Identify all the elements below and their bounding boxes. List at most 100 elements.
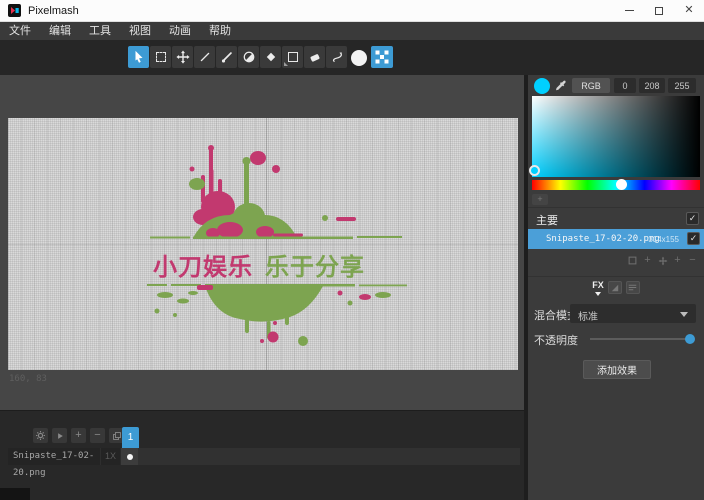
menu-help[interactable]: 帮助: [200, 22, 240, 40]
blend-mode-value: 标准: [578, 308, 598, 323]
duplicate-layer-icon: [628, 256, 637, 265]
shading-tool-button[interactable]: [238, 46, 259, 68]
hue-slider[interactable]: [532, 180, 700, 190]
move-icon: [176, 50, 190, 64]
gear-icon: [35, 430, 46, 441]
pixel-canvas[interactable]: 小刀娱乐 乐于分享: [8, 118, 518, 370]
chevron-down-icon: [680, 312, 688, 317]
rectangle-icon: [288, 52, 298, 62]
opacity-slider-handle[interactable]: [685, 334, 695, 344]
cursor-coordinates: 160, 83: [9, 374, 47, 384]
current-color-swatch[interactable]: [534, 78, 550, 94]
fx-label: FX: [592, 281, 604, 290]
merge-move-icon: [658, 256, 668, 266]
shading-icon: [242, 50, 256, 64]
duplicate-icon: [112, 431, 122, 441]
section-divider: [528, 276, 704, 277]
checker-pattern-icon: [374, 49, 390, 65]
group-visibility-checkbox[interactable]: ✓: [686, 212, 699, 225]
plus-icon: +: [75, 430, 81, 441]
brush-tool-button[interactable]: [216, 46, 237, 68]
eraser-tool-button[interactable]: [304, 46, 325, 68]
minus-icon: −: [94, 430, 100, 441]
brush-shape-button[interactable]: [351, 50, 367, 66]
lines-icon: [628, 284, 637, 291]
close-icon: ✕: [684, 5, 693, 16]
thumbnail-icon: [611, 284, 619, 292]
color-mode-select[interactable]: RGB: [572, 78, 610, 93]
dither-pattern-button[interactable]: [371, 46, 393, 68]
layer-group-row[interactable]: 主要 ✓: [528, 210, 704, 228]
duplicate-layer-button[interactable]: [626, 254, 639, 267]
blue-value-field[interactable]: 255: [668, 78, 696, 93]
add-group-button[interactable]: +: [671, 254, 684, 267]
menu-tools[interactable]: 工具: [80, 22, 120, 40]
frame-1-tab[interactable]: 1: [122, 427, 139, 448]
opacity-slider[interactable]: [590, 338, 690, 340]
track-speed: 1X: [100, 448, 120, 465]
artwork-text-green: 乐于分享: [265, 253, 365, 281]
pencil-icon: [198, 50, 212, 64]
add-frame-button[interactable]: +: [71, 428, 86, 443]
track-layer-name: Snipaste_17-02-20.png: [8, 448, 100, 465]
layer-group-name: 主要: [536, 212, 558, 228]
timeline-track-row[interactable]: Snipaste_17-02-20.png 1X: [8, 448, 520, 465]
workspace: 小刀娱乐 乐于分享: [0, 75, 524, 410]
play-icon: [55, 431, 65, 441]
fill-tool-button[interactable]: [260, 46, 281, 68]
section-divider: [528, 207, 704, 208]
lasso-tool-button[interactable]: [326, 46, 347, 68]
add-effect-button[interactable]: 添加效果: [583, 360, 651, 379]
menu-file[interactable]: 文件: [0, 22, 40, 40]
maximize-button[interactable]: [644, 0, 674, 21]
window-controls: ✕: [614, 0, 704, 21]
remove-frame-button[interactable]: −: [90, 428, 105, 443]
round-brush-icon: [351, 50, 367, 66]
minimize-icon: [625, 10, 634, 11]
sv-picker-handle[interactable]: [529, 165, 540, 176]
merge-layer-button[interactable]: [656, 254, 669, 267]
saturation-brightness-picker[interactable]: [532, 96, 700, 177]
layer-thumbnail-toggle-button[interactable]: [608, 281, 622, 294]
fx-button[interactable]: FX: [592, 281, 604, 301]
marquee-tool-button[interactable]: [150, 46, 171, 68]
pointer-icon: [132, 50, 146, 64]
shape-tool-button[interactable]: [282, 46, 303, 68]
toolbar: 314 x 155: [0, 40, 704, 75]
timeline-settings-button[interactable]: [33, 428, 48, 443]
app-logo-icon: [8, 4, 21, 17]
opacity-label: 不透明度: [534, 332, 578, 348]
minus-icon: −: [689, 255, 695, 266]
keyframe-cell[interactable]: [120, 448, 138, 465]
close-button[interactable]: ✕: [674, 0, 704, 21]
window-title: Pixelmash: [28, 5, 79, 17]
menubar: 文件 编辑 工具 视图 动画 帮助: [0, 22, 704, 40]
minimize-button[interactable]: [614, 0, 644, 21]
brush-icon: [220, 50, 234, 64]
add-layer-button[interactable]: +: [641, 254, 654, 267]
red-value-field[interactable]: 0: [614, 78, 636, 93]
eyedropper-icon[interactable]: [554, 79, 568, 93]
layer-row-selected[interactable]: Snipaste_17-02-20.png 314x155 ✓: [528, 229, 704, 249]
layer-text-toggle-button[interactable]: [626, 281, 640, 294]
pencil-tool-button[interactable]: [194, 46, 215, 68]
menu-animation[interactable]: 动画: [160, 22, 200, 40]
menu-view[interactable]: 视图: [120, 22, 160, 40]
add-swatch-button[interactable]: +: [532, 194, 548, 205]
pixelmash-window: Pixelmash ✕ 文件 编辑 工具 视图 动画 帮助: [0, 0, 704, 500]
layer-visibility-checkbox[interactable]: ✓: [687, 232, 700, 245]
timeline-buttons: + −: [33, 428, 124, 443]
menu-edit[interactable]: 编辑: [40, 22, 80, 40]
animation-timeline: + − 1 Snipaste_17-02-20.png 1X: [0, 410, 524, 500]
pointer-tool-button[interactable]: [128, 46, 149, 68]
layer-size: 314x155: [648, 235, 679, 244]
lasso-pen-icon: [330, 50, 344, 64]
delete-layer-button[interactable]: −: [686, 254, 699, 267]
move-tool-button[interactable]: [172, 46, 193, 68]
hue-slider-handle[interactable]: [616, 179, 627, 190]
keyframe-dot-icon: [127, 454, 133, 460]
blend-mode-select[interactable]: 标准: [570, 304, 696, 323]
play-button[interactable]: [52, 428, 67, 443]
green-value-field[interactable]: 208: [639, 78, 665, 93]
window-corner-patch: [0, 488, 30, 500]
